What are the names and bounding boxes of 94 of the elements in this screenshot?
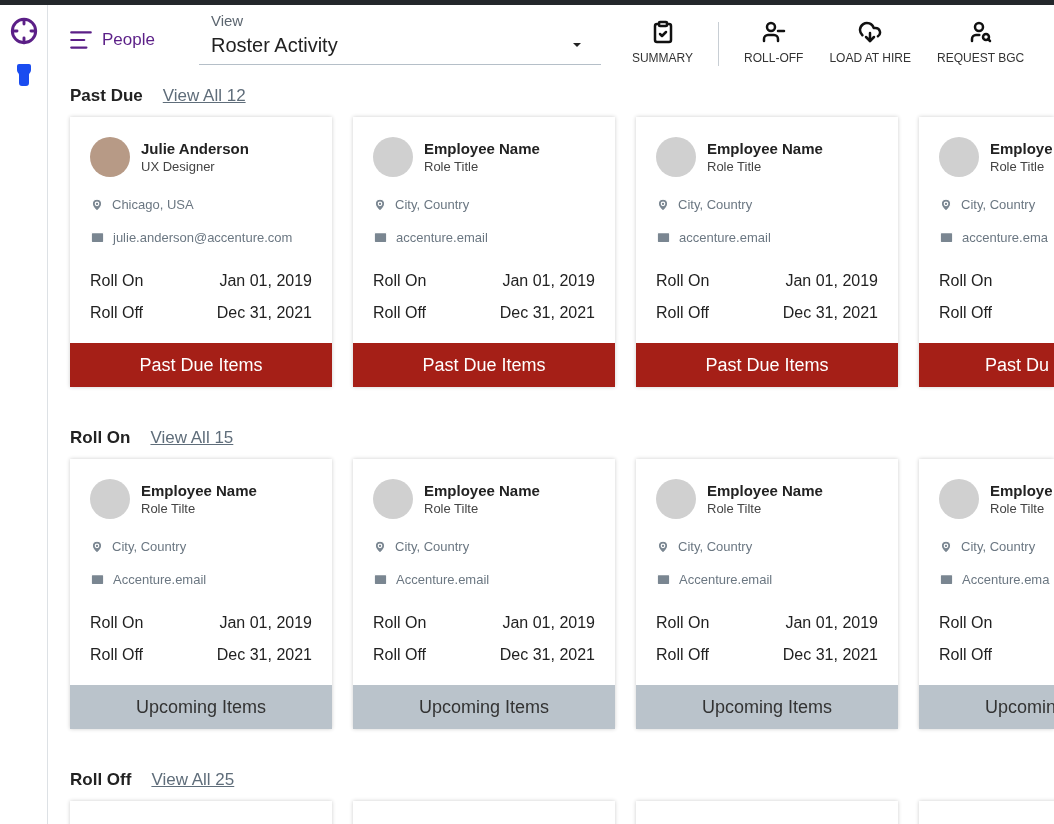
- location-pin-icon: [656, 197, 670, 212]
- roll-on-date: Jan 01, 2019: [785, 613, 878, 633]
- employee-name: Employee Name: [424, 481, 540, 501]
- roll-off-label: Roll Off: [656, 303, 710, 323]
- view-value: Roster Activity: [210, 33, 338, 58]
- roll-on-label: Roll On: [373, 271, 427, 291]
- view-all-link[interactable]: View All 12: [162, 83, 246, 109]
- roll-on-label: Roll On: [939, 271, 993, 291]
- role-title: Role Tilte: [141, 501, 197, 517]
- location-text: City, Country: [678, 196, 753, 214]
- user-search-icon: [968, 20, 993, 44]
- section-title: Past Due: [70, 85, 143, 108]
- roll-off-label: Roll Off: [90, 645, 144, 665]
- location-pin-icon: [90, 539, 104, 554]
- employee-name: Employee Name: [424, 139, 540, 159]
- roll-off-label: Roll Off: [373, 303, 427, 323]
- items-button[interactable]: Past Due Items: [636, 343, 898, 387]
- roll-off-date: Dec 31, 2021: [499, 645, 595, 665]
- email-text: accenture.ema: [962, 228, 1048, 247]
- location-pin-icon: [939, 539, 953, 554]
- roll-on-date: Jan 01, 2019: [502, 271, 595, 291]
- location-pin-icon: [90, 197, 104, 212]
- location-text: City, Country: [112, 538, 187, 556]
- roll-off-date: Dec 31, 2021: [782, 303, 878, 323]
- roll-on-label: Roll On: [373, 613, 427, 633]
- role-title: UX Designer: [141, 159, 216, 175]
- view-all-link[interactable]: View All 25: [151, 767, 235, 793]
- email-text: Accenture.ema: [962, 570, 1050, 589]
- user-minus-icon: [761, 20, 786, 44]
- location-text: City, Country: [678, 538, 753, 556]
- location-text: City, Country: [395, 196, 470, 214]
- location-text: City, Country: [961, 538, 1036, 556]
- role-title: Role Title: [990, 159, 1046, 175]
- roll-on-label: Roll On: [656, 271, 710, 291]
- roll-on-label: Roll On: [656, 613, 710, 633]
- toolbar-button[interactable]: SUMMARY: [626, 20, 699, 67]
- items-button[interactable]: Past Due Items: [70, 343, 332, 387]
- email-text: Accenture.email: [679, 570, 773, 589]
- items-button[interactable]: Upcoming Items: [353, 685, 615, 729]
- roll-on-label: Roll On: [939, 613, 993, 633]
- view-label: View: [210, 12, 245, 30]
- section-title: Roll On: [70, 427, 131, 450]
- toolbar-button[interactable]: LOAD AT HIRE: [824, 20, 916, 67]
- items-button[interactable]: Past Du: [919, 343, 1054, 387]
- role-title: Role Tilte: [424, 501, 480, 517]
- email-text: accenture.email: [396, 228, 488, 247]
- location-text: Chicago, USA: [112, 196, 194, 214]
- employee-name: Employe: [990, 139, 1053, 159]
- employee-name: Employe: [990, 481, 1053, 501]
- roll-on-date: Jan 01, 2019: [219, 613, 312, 633]
- view-all-link[interactable]: View All 15: [150, 425, 234, 451]
- items-button[interactable]: Upcoming Items: [636, 685, 898, 729]
- location-text: City, Country: [961, 196, 1036, 214]
- roll-on-date: Jan 01, 2019: [502, 613, 595, 633]
- items-button[interactable]: Past Due Items: [353, 343, 615, 387]
- toolbar-button[interactable]: ROLL-OFF: [739, 20, 809, 67]
- items-button[interactable]: Upcoming Items: [70, 685, 332, 729]
- roll-off-date: Dec 31, 2021: [216, 303, 312, 323]
- roll-off-label: Roll Off: [939, 303, 993, 323]
- roll-off-date: Dec 31, 2021: [782, 645, 878, 665]
- roll-off-date: Dec 31, 2021: [216, 645, 312, 665]
- roll-on-date: Jan 01, 2019: [785, 271, 878, 291]
- cloud-download-icon: [858, 20, 883, 44]
- role-title: Role Title: [424, 159, 480, 175]
- roll-on-date: Jan 01, 2019: [219, 271, 312, 291]
- roll-on-label: Roll On: [90, 613, 144, 633]
- roll-off-date: Dec 31, 2021: [499, 303, 595, 323]
- employee-name: Employee Name: [141, 481, 257, 501]
- employee-name: Employee Name: [707, 481, 823, 501]
- role-title: Role Tilte: [990, 501, 1046, 517]
- view-dropdown[interactable]: View Roster Activity: [198, 12, 601, 65]
- toolbar-button[interactable]: REQUEST BGC: [932, 20, 1030, 67]
- location-pin-icon: [656, 539, 670, 554]
- location-pin-icon: [939, 197, 953, 212]
- roll-off-label: Roll Off: [656, 645, 710, 665]
- section-title: Roll Off: [70, 769, 132, 792]
- role-title: Role Title: [707, 159, 763, 175]
- location-text: City, Country: [395, 538, 470, 556]
- role-title: Role Tilte: [707, 501, 763, 517]
- roll-off-label: Roll Off: [373, 645, 427, 665]
- roll-on-label: Roll On: [90, 271, 144, 291]
- target-icon[interactable]: [9, 17, 38, 45]
- email-text: Accenture.email: [396, 570, 490, 589]
- people-menu-button[interactable]: People: [68, 27, 155, 53]
- email-text: accenture.email: [679, 228, 771, 247]
- employee-name: Employee Name: [707, 139, 823, 159]
- email-text: Accenture.email: [113, 570, 207, 589]
- employee-name: Julie Anderson: [141, 139, 249, 159]
- location-pin-icon: [373, 197, 387, 212]
- email-text: julie.anderson@accenture.com: [113, 228, 293, 247]
- roll-off-label: Roll Off: [939, 645, 993, 665]
- roll-off-label: Roll Off: [90, 303, 144, 323]
- items-button[interactable]: Upcomin: [919, 685, 1054, 729]
- location-pin-icon: [373, 539, 387, 554]
